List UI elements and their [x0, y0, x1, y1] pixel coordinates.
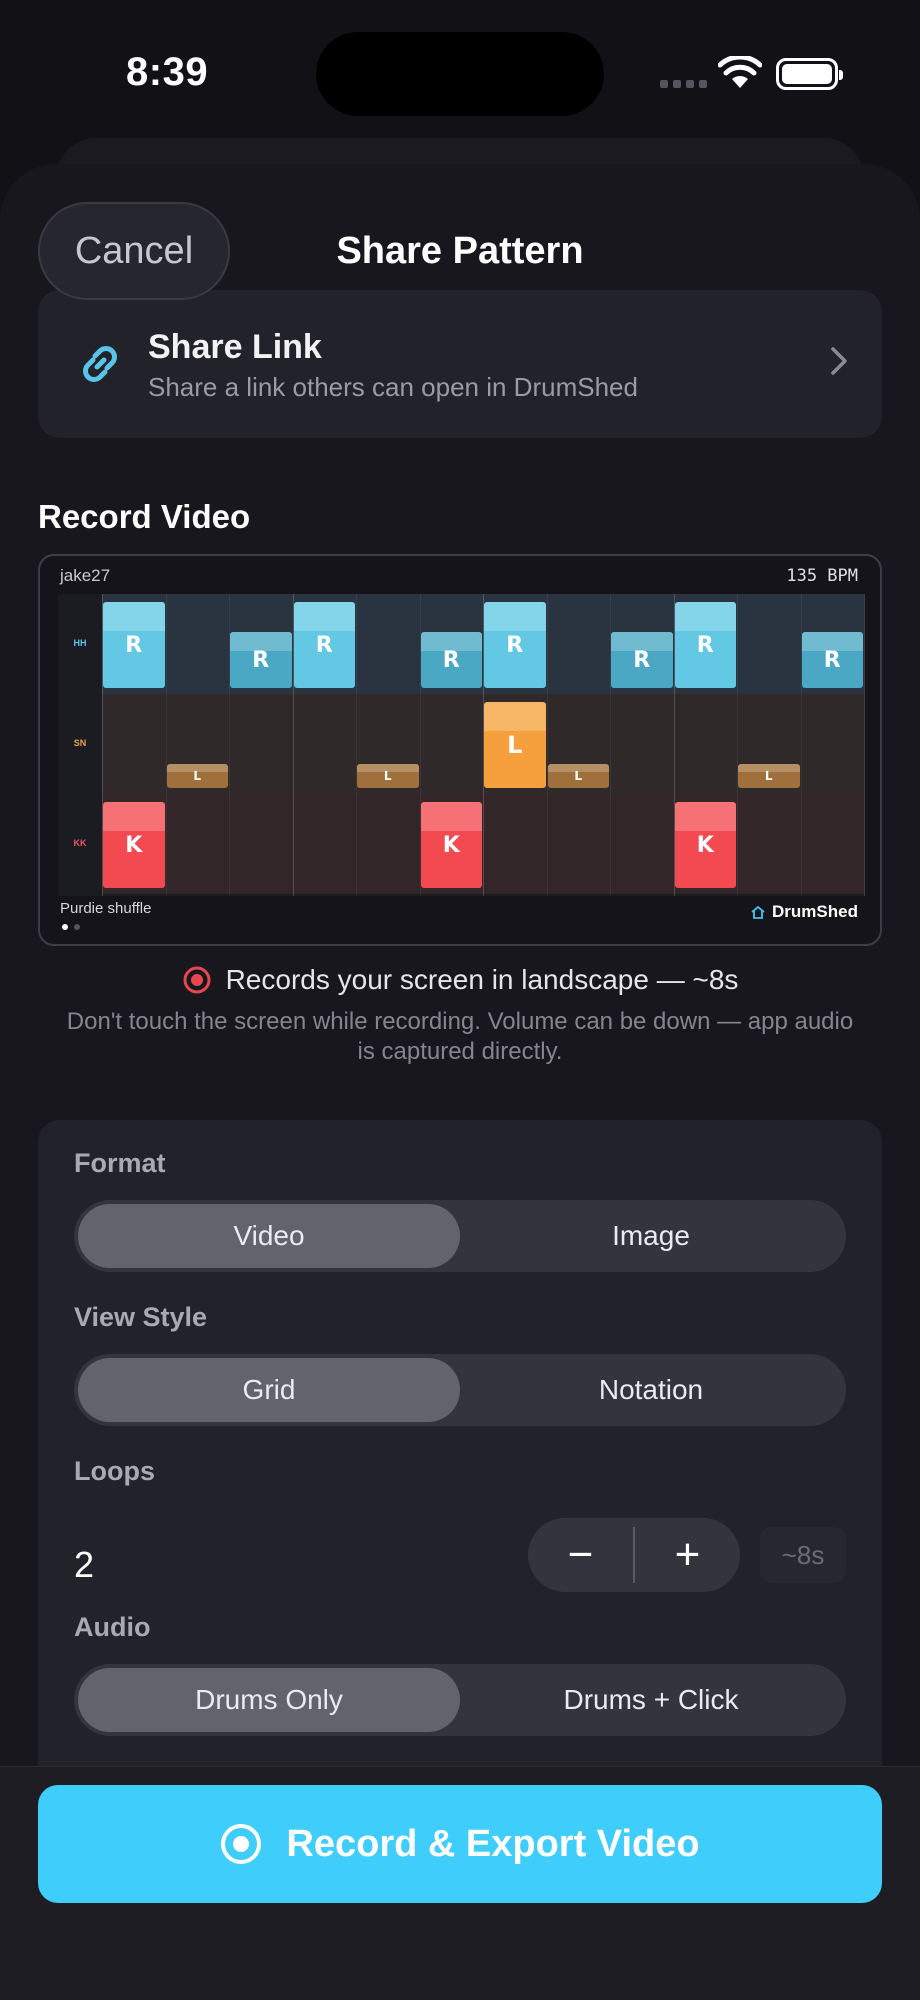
- duration-badge: ~8s: [760, 1527, 846, 1583]
- view-style-label: View Style: [74, 1302, 208, 1332]
- grid-line: [546, 594, 548, 896]
- note-hh[interactable]: R: [420, 632, 482, 688]
- note-sn[interactable]: L: [357, 764, 419, 788]
- view-style-option-grid[interactable]: Grid: [78, 1358, 460, 1422]
- pattern-preview[interactable]: jake27 135 BPM HH SN KK R R R R R R R R L L L L L K K K Pu…: [38, 554, 882, 946]
- brand-name: DrumShed: [772, 902, 858, 921]
- lane-label-sn: SN: [73, 738, 87, 748]
- audio-option-drums-click[interactable]: Drums + Click: [460, 1668, 842, 1732]
- note-kk[interactable]: K: [103, 802, 165, 888]
- lane-label-hh: HH: [73, 638, 87, 648]
- loops-value: 2: [74, 1544, 95, 1585]
- cancel-button[interactable]: Cancel: [38, 202, 230, 300]
- grid-line: [864, 594, 865, 896]
- format-option-image[interactable]: Image: [460, 1204, 842, 1268]
- share-sheet: Share Pattern Share Link Share a link ot…: [0, 164, 920, 2000]
- increment-button[interactable]: +: [635, 1518, 740, 1592]
- record-note: Don't touch the screen while recording. …: [66, 1008, 854, 1065]
- note-kk[interactable]: K: [420, 802, 482, 888]
- page-dot-active: [62, 924, 68, 930]
- grid-line: [356, 594, 357, 896]
- link-icon: [83, 346, 117, 382]
- lane-label-kk: KK: [73, 838, 87, 848]
- note-sn[interactable]: L: [166, 764, 228, 788]
- audio-label: Audio: [74, 1612, 151, 1642]
- audio-segmented-control[interactable]: Drums Only Drums + Click: [74, 1664, 846, 1736]
- loops-stepper[interactable]: − +: [528, 1518, 740, 1592]
- note-hh[interactable]: R: [103, 602, 165, 688]
- drum-grid: HH SN KK R R R R R R R R L L L L L K K K: [58, 594, 865, 896]
- drumshed-logo-icon: [751, 905, 765, 919]
- battery-icon: [776, 58, 843, 90]
- record-info-text: Records your screen in landscape — ~8s: [225, 964, 739, 995]
- decrement-button[interactable]: −: [528, 1518, 633, 1592]
- bottom-action-bar: Record & Export Video: [0, 1766, 920, 2000]
- grid-line: [165, 594, 167, 896]
- note-hh[interactable]: R: [674, 602, 736, 688]
- dynamic-island: [316, 32, 604, 116]
- note-hh[interactable]: R: [293, 602, 355, 688]
- note-hh[interactable]: R: [801, 632, 863, 688]
- note-hh[interactable]: R: [484, 602, 546, 688]
- record-icon: [183, 966, 211, 994]
- format-label: Format: [74, 1148, 166, 1178]
- status-time: 8:39: [126, 50, 209, 94]
- view-style-segmented-control[interactable]: Grid Notation: [74, 1354, 846, 1426]
- preview-bpm: 135 BPM: [786, 566, 858, 586]
- export-options-card: Format Video Image View Style Grid Notat…: [38, 1120, 882, 1840]
- note-hh[interactable]: R: [230, 632, 292, 688]
- share-link-row[interactable]: Share Link Share a link others can open …: [38, 290, 882, 438]
- record-export-label: Record & Export Video: [286, 1822, 700, 1865]
- record-export-button[interactable]: Record & Export Video: [38, 1785, 882, 1903]
- note-sn[interactable]: L: [738, 764, 800, 788]
- note-sn[interactable]: L: [484, 702, 546, 788]
- chevron-right-icon: [831, 347, 847, 375]
- preview-pattern-name: Purdie shuffle: [60, 900, 152, 917]
- grid-line: [737, 594, 738, 896]
- page-indicator: [62, 924, 80, 930]
- record-video-heading: Record Video: [38, 498, 251, 535]
- note-sn[interactable]: L: [547, 764, 609, 788]
- cellular-signal-icon: [660, 80, 707, 88]
- note-hh[interactable]: R: [611, 632, 673, 688]
- loops-label: Loops: [74, 1456, 155, 1486]
- record-info: Records your screen in landscape — ~8s: [0, 964, 920, 996]
- brand-logo: DrumShed: [750, 902, 858, 922]
- format-segmented-control[interactable]: Video Image: [74, 1200, 846, 1272]
- share-link-subtitle: Share a link others can open in DrumShed: [148, 372, 638, 402]
- status-bar: 8:39: [0, 0, 920, 150]
- view-style-option-notation[interactable]: Notation: [460, 1358, 842, 1422]
- preview-username: jake27: [60, 566, 111, 585]
- note-kk[interactable]: K: [674, 802, 736, 888]
- share-link-title: Share Link: [148, 328, 322, 366]
- audio-option-drums-only[interactable]: Drums Only: [78, 1668, 460, 1732]
- wifi-icon: [718, 56, 762, 88]
- record-circle-icon: [221, 1824, 262, 1864]
- page-dot: [74, 924, 80, 930]
- format-option-video[interactable]: Video: [78, 1204, 460, 1268]
